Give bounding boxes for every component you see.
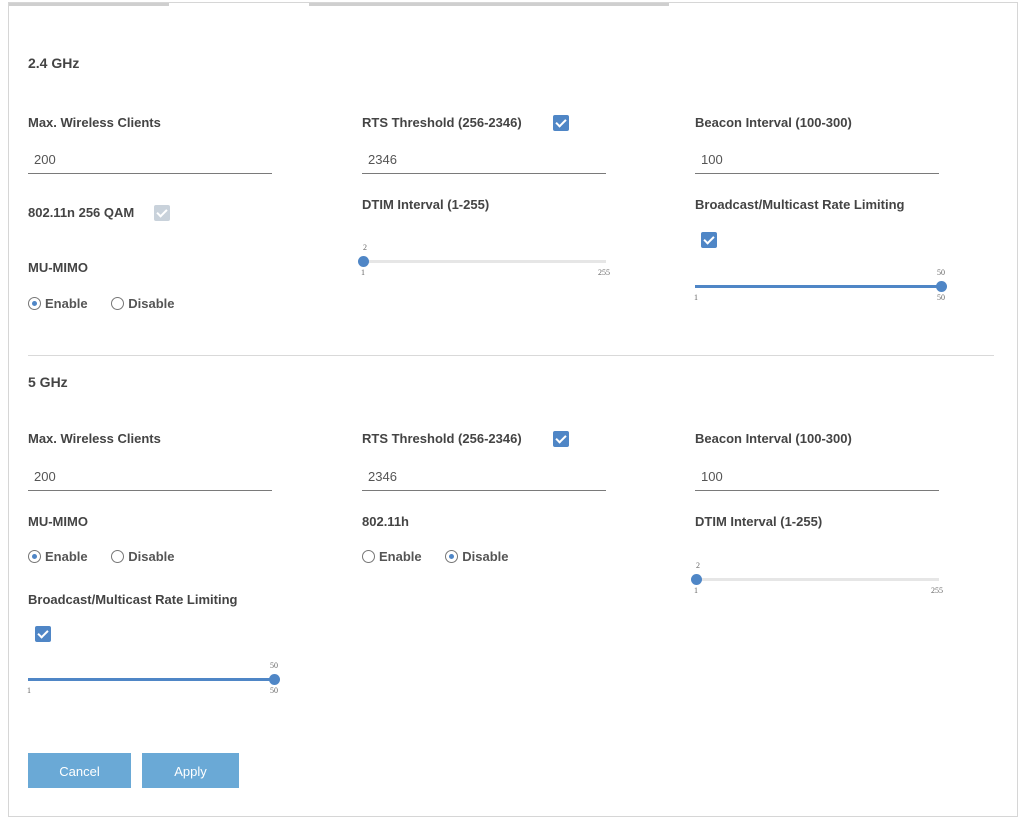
rts-threshold-checkbox-5[interactable] — [553, 431, 569, 447]
slider-fill — [695, 285, 941, 288]
radio-button[interactable] — [111, 297, 125, 310]
section-title-5ghz: 5 GHz — [28, 374, 68, 390]
cancel-button[interactable]: Cancel — [28, 753, 131, 788]
radio-label: Disable — [462, 549, 509, 564]
rate-limit-slider-24[interactable]: 50 1 50 — [694, 268, 947, 308]
qam-checkbox-24 — [154, 205, 170, 221]
radio-button[interactable] — [28, 297, 41, 310]
dtim-slider-5[interactable]: 2 1 255 — [690, 561, 943, 601]
mumimo-radio-group-24: Enable Disable — [28, 296, 195, 313]
radio-button[interactable] — [445, 550, 459, 563]
slider-max: 255 — [931, 586, 943, 595]
radio-label: Disable — [128, 296, 175, 311]
mumimo-disable-option-24[interactable]: Disable — [111, 296, 175, 311]
slider-handle[interactable] — [357, 256, 369, 267]
slider-value: 2 — [695, 561, 700, 570]
slider-handle[interactable] — [269, 674, 280, 685]
tab-strip-left — [9, 3, 169, 6]
max-clients-label-24: Max. Wireless Clients — [28, 115, 161, 130]
mumimo-radio-group-5: Enable Disable — [28, 549, 195, 566]
dot11h-enable-option-5[interactable]: Enable — [362, 549, 422, 564]
tab-strip-middle — [309, 3, 669, 6]
rate-limit-checkbox-5[interactable] — [35, 626, 51, 642]
max-clients-label-5: Max. Wireless Clients — [28, 431, 161, 446]
slider-min: 1 — [27, 686, 31, 695]
slider-value: 2 — [362, 243, 367, 252]
section-title-24ghz: 2.4 GHz — [28, 55, 80, 71]
rate-limit-label-24: Broadcast/Multicast Rate Limiting — [695, 197, 905, 212]
apply-button[interactable]: Apply — [142, 753, 239, 788]
dtim-label-5: DTIM Interval (1-255) — [695, 514, 823, 529]
beacon-interval-label-5: Beacon Interval (100-300) — [695, 431, 852, 446]
slider-min: 1 — [361, 268, 365, 277]
rate-limit-label-5: Broadcast/Multicast Rate Limiting — [28, 592, 238, 607]
section-divider — [28, 355, 994, 356]
radio-label: Enable — [45, 296, 88, 311]
radio-label: Disable — [128, 549, 175, 564]
slider-max: 50 — [270, 686, 278, 695]
dtim-slider-24[interactable]: 2 1 255 — [357, 243, 610, 283]
rts-threshold-input-5[interactable]: 2346 — [362, 463, 606, 491]
max-clients-input-5[interactable]: 200 — [28, 463, 272, 491]
rts-threshold-label-24: RTS Threshold (256-2346) — [362, 115, 522, 130]
rts-threshold-input-24[interactable]: 2346 — [362, 146, 606, 174]
slider-track — [362, 260, 606, 263]
qam-label-24: 802.11n 256 QAM — [28, 205, 135, 220]
rate-limit-slider-5[interactable]: 50 1 50 — [27, 661, 280, 701]
max-clients-input-24[interactable]: 200 — [28, 146, 272, 174]
mumimo-label-24: MU-MIMO — [28, 260, 88, 275]
rate-limit-checkbox-24[interactable] — [701, 232, 717, 248]
slider-handle[interactable] — [690, 574, 702, 585]
radio-button[interactable] — [111, 550, 125, 563]
slider-min: 1 — [694, 293, 698, 302]
beacon-interval-label-24: Beacon Interval (100-300) — [695, 115, 852, 130]
radio-button[interactable] — [28, 550, 41, 563]
mumimo-label-5: MU-MIMO — [28, 514, 88, 529]
slider-track — [695, 578, 939, 581]
slider-fill — [28, 678, 274, 681]
radio-label: Enable — [45, 549, 88, 564]
rts-threshold-label-5: RTS Threshold (256-2346) — [362, 431, 522, 446]
dot11h-radio-group-5: Enable Disable — [362, 549, 529, 566]
slider-max: 255 — [598, 268, 610, 277]
mumimo-enable-option-5[interactable]: Enable — [28, 549, 88, 564]
radio-button[interactable] — [362, 550, 375, 563]
slider-handle[interactable] — [936, 281, 947, 292]
radio-label: Enable — [379, 549, 422, 564]
slider-value: 50 — [937, 268, 945, 277]
slider-value: 50 — [270, 661, 278, 670]
dot11h-label-5: 802.11h — [362, 514, 409, 529]
slider-min: 1 — [694, 586, 698, 595]
mumimo-enable-option-24[interactable]: Enable — [28, 296, 88, 311]
mumimo-disable-option-5[interactable]: Disable — [111, 549, 175, 564]
beacon-interval-input-5[interactable]: 100 — [695, 463, 939, 491]
dot11h-disable-option-5[interactable]: Disable — [445, 549, 509, 564]
beacon-interval-input-24[interactable]: 100 — [695, 146, 939, 174]
dtim-label-24: DTIM Interval (1-255) — [362, 197, 490, 212]
rts-threshold-checkbox-24[interactable] — [553, 115, 569, 131]
slider-max: 50 — [937, 293, 945, 302]
